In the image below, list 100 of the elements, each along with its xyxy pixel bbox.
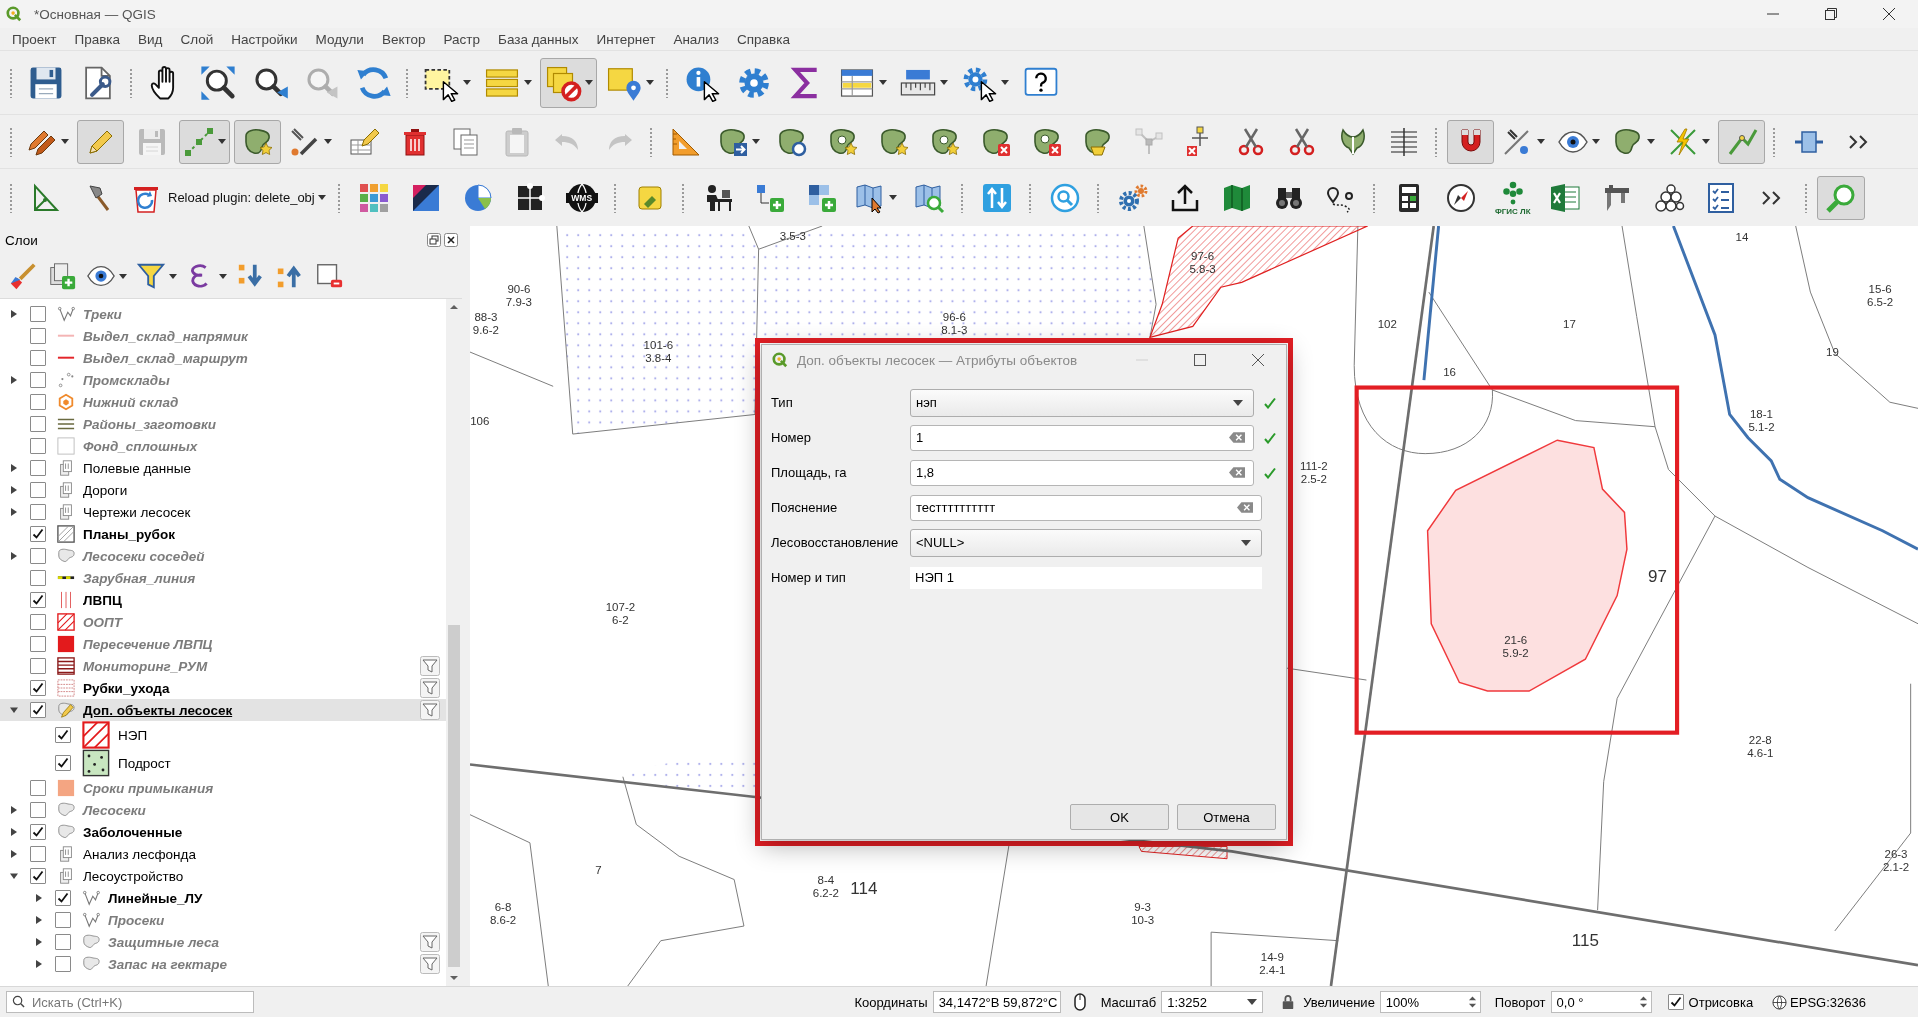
checkbox[interactable] <box>30 614 46 630</box>
toolbar-handle[interactable] <box>1434 126 1438 157</box>
dropdown[interactable]: нэп <box>910 388 1254 417</box>
collapse-arrow-icon[interactable] <box>10 706 18 714</box>
layer-name[interactable]: Промсклады <box>83 372 170 388</box>
expand-arrow-icon[interactable] <box>10 376 18 384</box>
layer-name[interactable]: Лесосеки соседей <box>83 548 205 564</box>
checkbox[interactable] <box>1667 994 1684 1010</box>
checkbox[interactable] <box>30 680 46 696</box>
render-label[interactable]: Отрисовка <box>1688 994 1754 1010</box>
checkbox[interactable] <box>30 306 46 322</box>
layer-name[interactable]: Сроки примыкания <box>83 780 214 796</box>
leaf-dots-button[interactable]: ФГИС ЛК <box>1488 175 1537 220</box>
layer-name[interactable]: Нижний склад <box>83 394 179 410</box>
expand-arrow-icon[interactable] <box>10 508 18 516</box>
close-icon[interactable] <box>1252 354 1264 366</box>
checkbox[interactable] <box>55 890 71 906</box>
layer-name[interactable]: Районы_заготовки <box>83 416 217 432</box>
checkbox[interactable] <box>30 548 46 564</box>
layer-name[interactable]: Дороги <box>83 482 128 498</box>
checkbox[interactable] <box>30 592 46 608</box>
rotation-spinbox[interactable]: 0,0 ° <box>1550 991 1652 1013</box>
search-button[interactable] <box>1816 175 1865 220</box>
filter-icon[interactable] <box>420 656 440 676</box>
scrollbar-thumb[interactable] <box>448 625 460 967</box>
spin-arrows-icon[interactable] <box>1467 995 1477 1009</box>
scale-dropdown[interactable]: 1:3252 <box>1161 991 1264 1013</box>
menu-item[interactable]: Настройки <box>222 31 307 47</box>
float-icon[interactable] <box>427 233 441 247</box>
checkbox[interactable] <box>30 328 46 344</box>
menu-item[interactable]: Проект <box>3 31 66 47</box>
layer-name[interactable]: Полевые данные <box>83 460 191 476</box>
ok-button[interactable]: OK <box>1070 804 1169 830</box>
menu-item[interactable]: Анализ <box>664 31 728 47</box>
crs-button[interactable]: EPSG:32636 <box>1772 994 1866 1010</box>
checkbox[interactable] <box>30 438 46 454</box>
checkbox[interactable] <box>30 780 46 796</box>
menu-item[interactable]: Интернет <box>587 31 665 47</box>
menu-item[interactable]: Слой <box>171 31 223 47</box>
checkbox[interactable] <box>30 372 46 388</box>
checkbox[interactable] <box>30 802 46 818</box>
layer-name[interactable]: Планы_рубок <box>83 526 175 542</box>
checkbox[interactable] <box>30 394 46 410</box>
menu-item[interactable]: Модули <box>306 31 373 47</box>
layer-name[interactable]: Фонд_сплошных <box>83 438 198 454</box>
filter-icon[interactable] <box>420 700 440 720</box>
layer-name[interactable]: Треки <box>83 306 122 322</box>
toolbar-handle[interactable] <box>9 67 13 98</box>
menu-item[interactable]: База данных <box>489 31 588 47</box>
expand-arrow-icon[interactable] <box>10 850 18 858</box>
expand-arrow-icon[interactable] <box>35 938 43 946</box>
checkbox[interactable] <box>30 570 46 586</box>
toolbar-handle[interactable] <box>405 67 409 98</box>
spin-arrows-icon[interactable] <box>1638 995 1648 1009</box>
checkbox[interactable] <box>30 350 46 366</box>
cancel-button[interactable]: Отмена <box>1177 804 1276 830</box>
restore-icon[interactable] <box>1825 8 1837 20</box>
trace-line-button[interactable] <box>1718 119 1765 164</box>
layer-name[interactable]: Линейные_ЛУ <box>108 890 203 906</box>
magnet-button[interactable] <box>1447 119 1494 164</box>
checkbox[interactable] <box>30 504 46 520</box>
checkbox[interactable] <box>55 956 71 972</box>
expand-arrow-icon[interactable] <box>10 828 18 836</box>
dropdown[interactable]: <NULL> <box>910 528 1262 557</box>
menu-item[interactable]: Вид <box>129 31 172 47</box>
checkbox[interactable] <box>30 658 46 674</box>
toolbar-handle[interactable] <box>665 67 669 98</box>
layer-name[interactable]: Защитные леса <box>108 934 219 950</box>
pencil-button[interactable] <box>77 119 124 164</box>
clear-icon[interactable] <box>1237 502 1253 513</box>
checkbox[interactable] <box>55 755 71 771</box>
reload-button[interactable]: Reload plugin: delete_obj <box>126 175 330 220</box>
filter-icon[interactable] <box>420 954 440 974</box>
layer-name[interactable]: Подрост <box>118 755 171 771</box>
checkbox[interactable] <box>30 868 46 884</box>
layer-name[interactable]: ЛВПЦ <box>83 592 122 608</box>
filter-icon[interactable] <box>420 932 440 952</box>
layer-name[interactable]: Анализ лесфонда <box>83 846 196 862</box>
close-icon[interactable] <box>444 233 458 247</box>
checkbox[interactable] <box>30 460 46 476</box>
dashed-line-button[interactable] <box>179 119 230 164</box>
layer-name[interactable]: Рубки_ухода <box>83 680 170 696</box>
expand-arrow-icon[interactable] <box>10 464 18 472</box>
filter-icon[interactable] <box>420 678 440 698</box>
text-field[interactable]: тестттттттттт <box>910 494 1262 521</box>
coordinate-field[interactable]: 34,1472°В 59,872°С <box>932 991 1061 1013</box>
checkbox[interactable] <box>55 912 71 928</box>
layer-name[interactable]: Мониторинг_РУМ <box>83 658 208 674</box>
checkbox[interactable] <box>30 636 46 652</box>
layer-name[interactable]: ООПТ <box>83 614 122 630</box>
toolbar-handle[interactable] <box>9 182 13 213</box>
layer-name[interactable]: Пересечение ЛВПЦ <box>83 636 213 652</box>
layer-name[interactable]: Просеки <box>108 912 165 928</box>
checkbox[interactable] <box>55 934 71 950</box>
layer-name[interactable]: Выдел_склад_маршрут <box>83 350 248 366</box>
checkbox[interactable] <box>30 416 46 432</box>
checkbox[interactable] <box>30 846 46 862</box>
checkbox[interactable] <box>30 824 46 840</box>
checkbox[interactable] <box>55 727 71 743</box>
menu-item[interactable]: Справка <box>727 31 799 47</box>
